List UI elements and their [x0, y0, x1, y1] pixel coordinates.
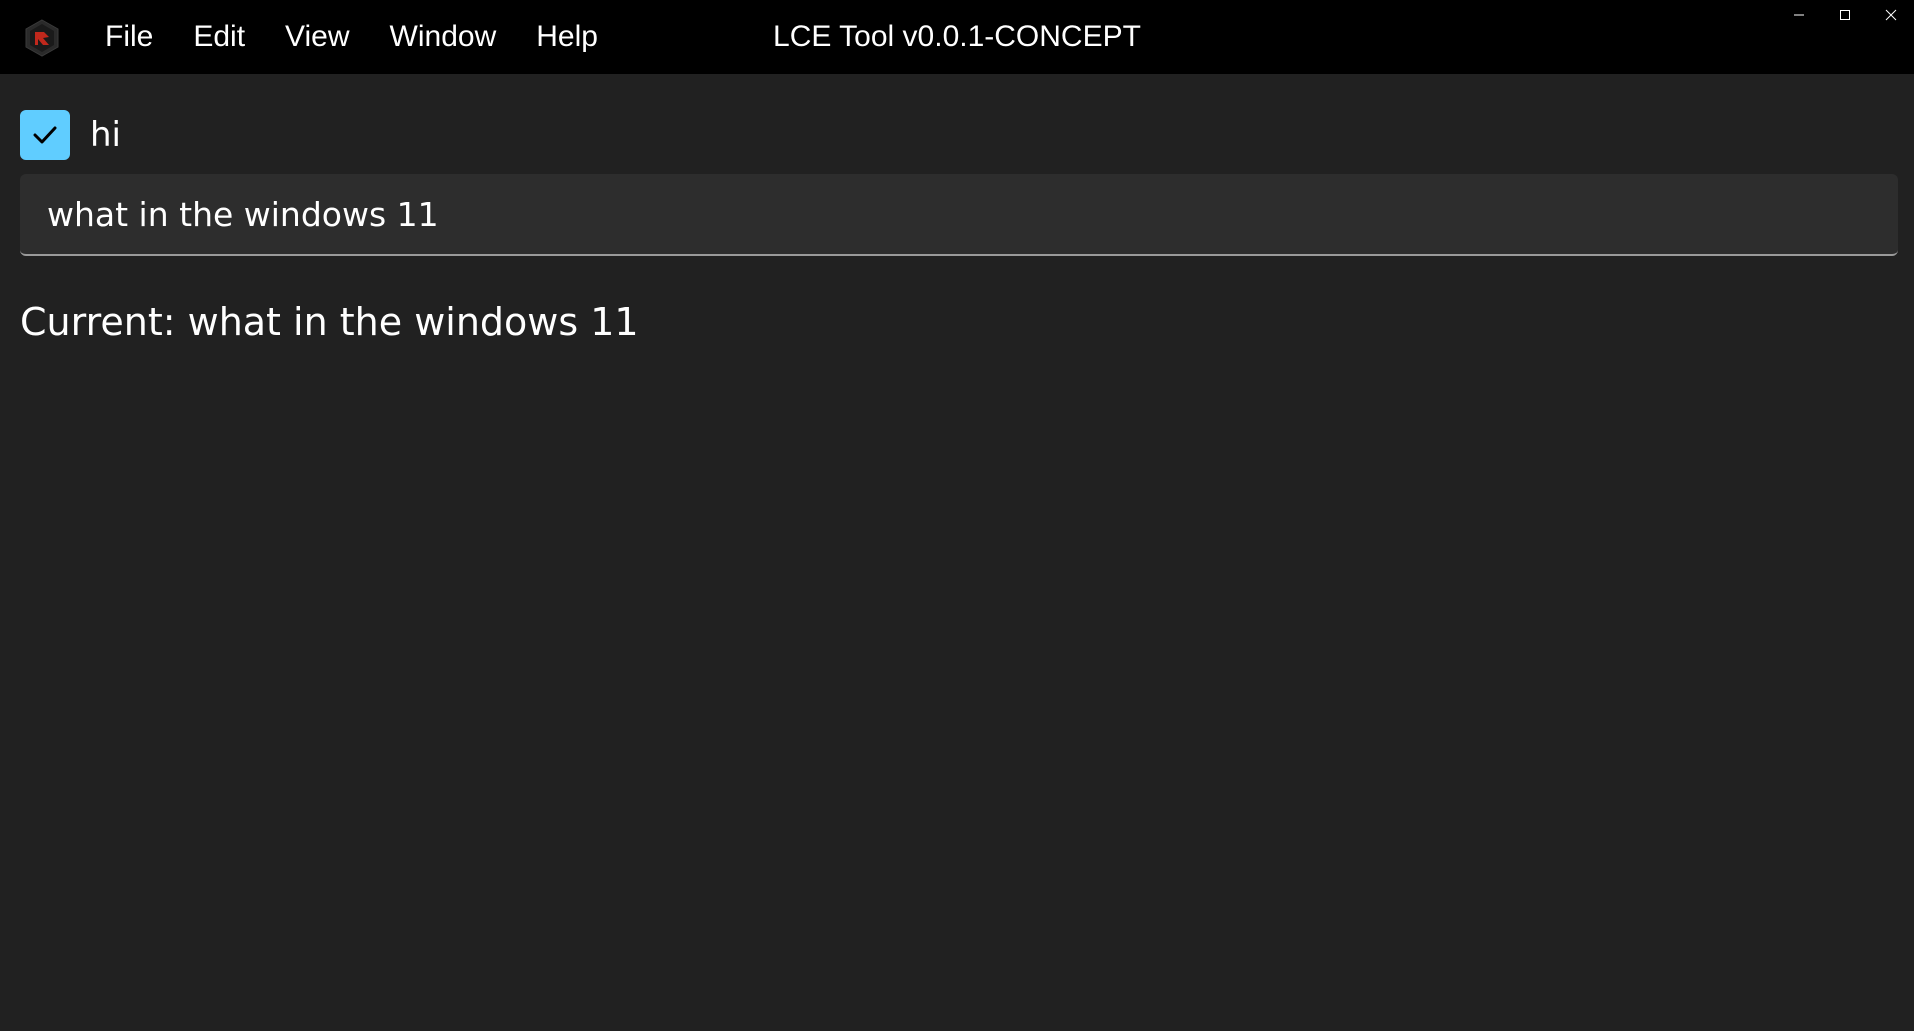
- text-input[interactable]: [20, 174, 1898, 256]
- checkmark-icon: [33, 126, 57, 144]
- maximize-icon: [1840, 10, 1850, 20]
- current-value-text: Current: what in the windows 11: [20, 300, 639, 344]
- menu-file[interactable]: File: [86, 0, 173, 74]
- hi-checkbox[interactable]: [20, 110, 70, 160]
- close-icon: [1885, 9, 1897, 21]
- checkbox-label: hi: [90, 115, 121, 155]
- minimize-icon: [1794, 14, 1804, 16]
- caption-buttons: [1776, 0, 1914, 30]
- maximize-button[interactable]: [1822, 0, 1868, 30]
- current-value: what in the windows 11: [187, 300, 639, 344]
- current-prefix: Current:: [20, 300, 188, 344]
- menu-edit[interactable]: Edit: [173, 0, 265, 74]
- checkbox-row[interactable]: hi: [20, 110, 121, 160]
- menu-view[interactable]: View: [265, 0, 369, 74]
- close-button[interactable]: [1868, 0, 1914, 30]
- app-window: File Edit View Window Help LCE Tool v0.0…: [0, 0, 1914, 1031]
- minimize-button[interactable]: [1776, 0, 1822, 30]
- menu-window[interactable]: Window: [370, 0, 517, 74]
- menu-help[interactable]: Help: [516, 0, 618, 74]
- title-bar[interactable]: File Edit View Window Help LCE Tool v0.0…: [0, 0, 1914, 74]
- app-logo-icon[interactable]: [22, 18, 62, 58]
- menu-bar: File Edit View Window Help: [86, 0, 618, 74]
